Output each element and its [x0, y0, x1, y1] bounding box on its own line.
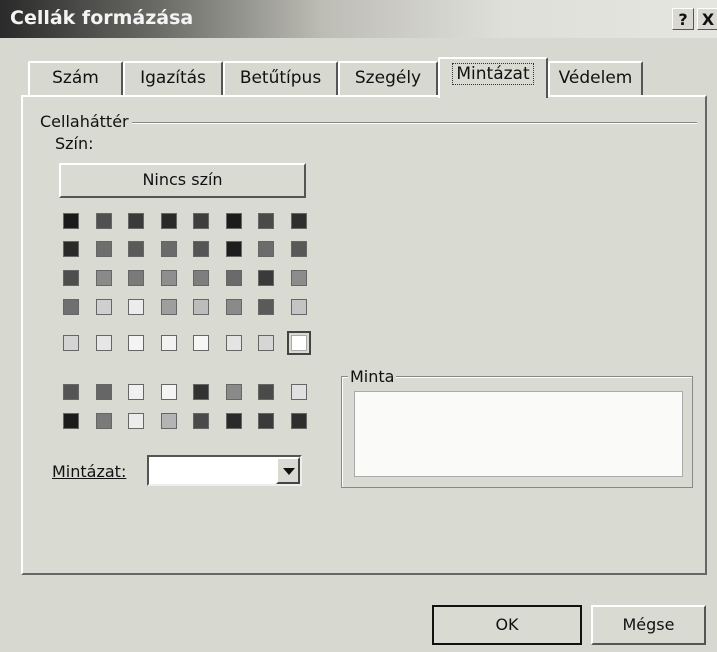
dialog-title: Cellák formázása [10, 7, 194, 29]
color-swatch[interactable] [225, 213, 242, 229]
color-swatch[interactable] [63, 384, 79, 400]
ok-button[interactable]: OK [432, 605, 582, 645]
color-swatch[interactable] [160, 213, 177, 229]
color-swatch[interactable] [258, 413, 274, 429]
color-swatch[interactable] [193, 335, 209, 351]
color-swatch[interactable] [63, 213, 79, 229]
pattern-label: Mintázat: [52, 462, 127, 481]
color-swatch[interactable] [128, 335, 144, 351]
color-swatch[interactable] [193, 241, 209, 257]
color-swatch[interactable] [193, 384, 209, 400]
color-swatch[interactable] [225, 241, 242, 257]
sample-label: Minta [348, 367, 397, 386]
color-swatch[interactable] [290, 299, 307, 315]
color-swatch[interactable] [63, 299, 79, 315]
tab-number[interactable]: Szám [28, 61, 123, 97]
color-swatch[interactable] [128, 299, 144, 315]
help-button[interactable]: ? [672, 8, 694, 30]
color-swatch[interactable] [193, 213, 209, 229]
color-swatch[interactable] [258, 384, 274, 400]
cell-background-group-label: Cellaháttér [40, 112, 129, 131]
format-cells-dialog: Cellák formázása ? X Szám Igazítás Betűt… [0, 0, 717, 652]
color-swatch[interactable] [258, 241, 274, 257]
no-color-button[interactable]: Nincs szín [59, 163, 306, 198]
sample-preview [354, 391, 683, 477]
color-swatch[interactable] [95, 299, 112, 315]
color-swatch[interactable] [95, 335, 112, 351]
color-swatch[interactable] [128, 384, 144, 400]
color-swatch[interactable] [193, 270, 209, 286]
color-swatch[interactable] [95, 241, 112, 257]
color-swatch[interactable] [225, 335, 242, 351]
color-swatch[interactable] [160, 413, 177, 429]
color-swatch[interactable] [128, 213, 144, 229]
color-swatch[interactable] [160, 241, 177, 257]
color-swatch[interactable] [95, 384, 112, 400]
group-divider [132, 122, 697, 124]
chevron-down-icon[interactable] [276, 457, 300, 484]
color-swatch[interactable] [290, 241, 307, 257]
color-swatch[interactable] [193, 299, 209, 315]
color-swatch[interactable] [128, 241, 144, 257]
color-label: Szín: [55, 134, 94, 153]
color-swatch[interactable] [258, 335, 274, 351]
color-swatch[interactable] [63, 270, 79, 286]
color-swatch[interactable] [258, 270, 274, 286]
tab-alignment[interactable]: Igazítás [123, 61, 223, 97]
color-swatch[interactable] [95, 213, 112, 229]
tab-patterns-label: Mintázat [452, 63, 534, 85]
tab-protection[interactable]: Védelem [548, 61, 643, 97]
color-swatch[interactable] [63, 241, 79, 257]
color-swatch[interactable] [128, 413, 144, 429]
pattern-dropdown[interactable] [147, 455, 302, 486]
color-swatch[interactable] [225, 384, 242, 400]
color-swatch[interactable] [95, 270, 112, 286]
color-swatch[interactable] [160, 299, 177, 315]
color-swatch[interactable] [160, 335, 177, 351]
color-swatch[interactable] [128, 270, 144, 286]
color-swatch[interactable] [95, 413, 112, 429]
tab-font[interactable]: Betűtípus [223, 61, 338, 97]
color-swatch[interactable] [290, 413, 307, 429]
tab-border[interactable]: Szegély [338, 61, 438, 97]
color-swatch[interactable] [258, 299, 274, 315]
tab-patterns[interactable]: Mintázat [438, 57, 548, 98]
color-swatch[interactable] [258, 213, 274, 229]
title-bar[interactable]: Cellák formázása ? X [0, 0, 717, 38]
color-swatch[interactable] [225, 299, 242, 315]
color-swatch[interactable] [160, 270, 177, 286]
color-swatch[interactable] [286, 331, 311, 355]
color-swatch[interactable] [290, 213, 307, 229]
color-swatch[interactable] [63, 335, 79, 351]
color-swatch[interactable] [63, 413, 79, 429]
close-button[interactable]: X [697, 8, 717, 30]
color-swatch[interactable] [290, 270, 307, 286]
color-swatch[interactable] [160, 384, 177, 400]
color-swatch[interactable] [225, 270, 242, 286]
color-swatch[interactable] [290, 384, 307, 400]
color-swatch[interactable] [225, 413, 242, 429]
color-swatch[interactable] [193, 413, 209, 429]
cancel-button[interactable]: Mégse [591, 605, 706, 645]
